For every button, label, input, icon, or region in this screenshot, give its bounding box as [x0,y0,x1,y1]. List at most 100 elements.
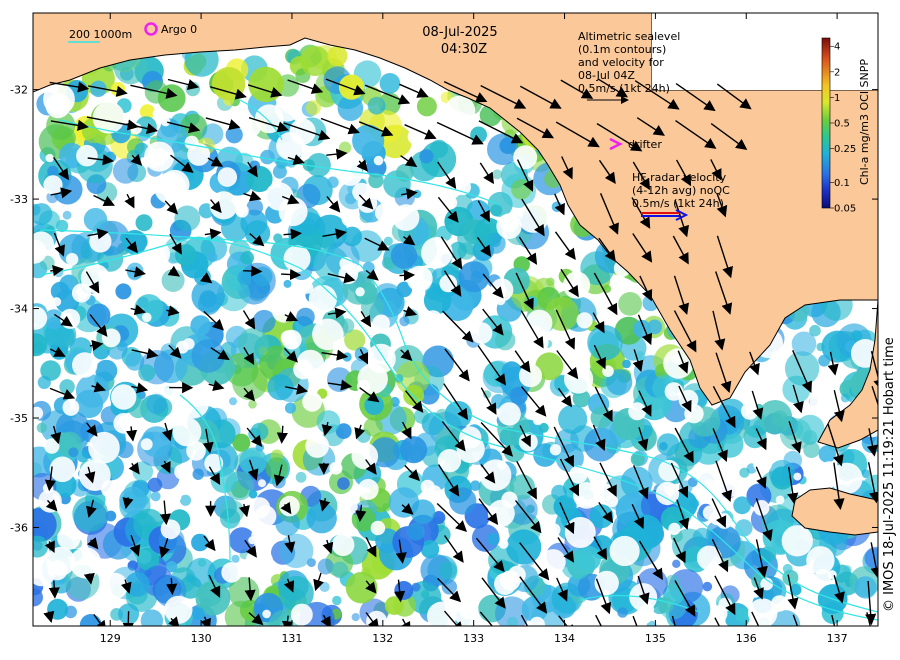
cloud-gap [312,318,344,351]
cloud-gap [154,172,187,205]
chl-patch [449,487,477,515]
cloud-gap [60,308,81,329]
chl-patch [758,400,793,435]
cloud-gap [466,549,480,563]
cloud-gap [647,340,656,349]
chl-patch [492,169,503,180]
chl-patch [199,290,217,308]
cloud-gap [564,364,594,394]
cloud-gap [338,161,363,186]
chl-patch [46,225,55,234]
cloud-gap [331,533,355,557]
chl-patch [250,422,269,441]
chl-patch [231,554,240,563]
chl-patch [316,410,341,434]
cloud-gap [174,464,190,480]
cloud-gap [142,312,152,323]
cloud-gap [526,309,553,336]
chlorophyll-map: 129 130 131 132 133 134 135 136 137 -32 -33 -34 -35… [10,12,897,645]
chl-patch [840,393,850,403]
chl-patch [306,153,331,178]
colorbar-tick-label: 4 [834,42,840,53]
cloud-gap [479,459,512,492]
chl-patch [192,468,204,480]
chl-patch [68,447,79,458]
chl-patch [33,203,53,226]
cloud-gap [415,314,447,345]
chl-patch [295,471,307,483]
isobath-legend-label: 200 1000m [69,28,132,41]
chl-patch [618,292,642,316]
chl-patch [207,252,218,263]
cloud-gap [533,416,542,426]
chl-patch [319,581,330,593]
cloud-gap [221,562,242,583]
chl-patch [487,532,500,546]
chl-patch [558,404,588,434]
cloud-gap [341,211,357,227]
cloud-gap [272,299,296,323]
chl-patch [416,96,437,117]
chl-patch [410,499,436,524]
chl-patch [509,386,528,405]
cloud-gap [668,522,681,536]
chl-patch [115,283,132,300]
altimetry-line-4: 08-Jul 04Z [578,69,635,82]
hf-radar-line-2: (4-12h avg) noQC [632,184,730,197]
cloud-gap [76,144,98,167]
chl-patch [240,250,254,265]
colorbar-tick-label: 0.5 [834,119,850,130]
velocity-arrow [281,268,302,281]
cloud-gap [302,392,322,412]
cloud-gap [101,572,128,600]
chl-patch [192,607,205,620]
copyright-label: © IMOS 18-Jul-2025 11:19:21 Hobart time [882,337,897,612]
chl-patch [551,484,567,501]
cloud-gap [573,482,600,509]
cloud-gap [470,322,493,344]
cloud-gap [164,595,193,624]
cloud-gap [372,314,391,333]
cloud-gap [564,517,596,548]
cloud-gap [513,145,538,170]
chl-patch [185,573,194,583]
chl-patch [672,559,681,568]
chl-patch [59,379,75,395]
cloud-gap [806,546,835,575]
chl-patch [394,581,414,600]
chl-patch [237,328,269,360]
cloud-gap [357,478,379,500]
cloud-gap [161,117,171,127]
cloud-gap [290,603,313,626]
cloud-gap [258,479,266,488]
chl-patch [225,126,243,144]
argo-legend-label: Argo 0 [161,23,197,36]
cloud-gap [421,237,453,269]
cloud-gap [183,338,195,350]
colorbar-tick-label: 2 [834,67,840,78]
cloud-gap [458,599,479,620]
cloud-gap [497,402,521,426]
chl-patch [439,561,457,580]
cloud-gap [352,182,371,202]
chl-patch [119,486,147,515]
cloud-gap [406,265,433,292]
cloud-gap [427,601,457,626]
cloud-gap [373,155,384,166]
cloud-gap [274,96,300,122]
y-tick-label: -36 [10,521,28,534]
chl-patch [112,158,139,184]
chl-patch [138,364,156,382]
chl-patch [105,510,117,522]
chl-patch [248,400,257,409]
chl-patch [284,402,297,414]
cloud-gap [518,364,543,388]
chl-patch [379,73,401,94]
chl-patch [735,608,751,623]
chl-patch [342,352,352,362]
cloud-gap [38,489,62,513]
chl-patch [279,533,314,568]
chl-patch [146,393,167,415]
cloud-gap [392,204,420,232]
chl-patch [197,558,207,568]
